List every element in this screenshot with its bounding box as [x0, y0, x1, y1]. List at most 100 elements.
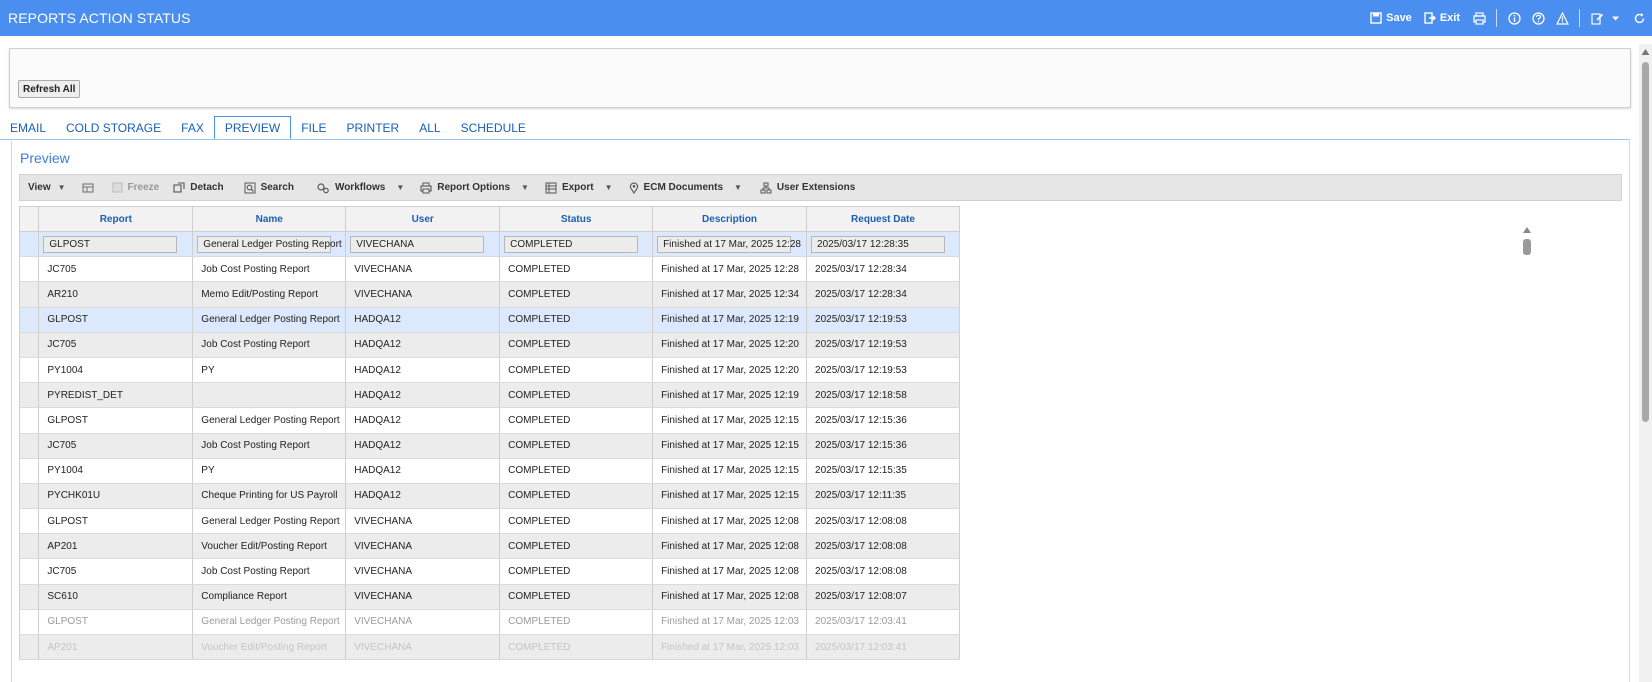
workflows-menu[interactable]: Workflows ▼ — [316, 182, 404, 194]
detach-button[interactable]: Detach — [173, 181, 224, 194]
cell-user-editor[interactable]: VIVECHANA — [350, 235, 485, 253]
tab-file[interactable]: FILE — [291, 116, 336, 140]
tab-cold-storage[interactable]: COLD STORAGE — [56, 116, 171, 140]
cell-report: PY1004 — [38, 458, 194, 484]
row-selector[interactable] — [18, 508, 40, 535]
row-selector[interactable] — [18, 281, 40, 308]
table-row[interactable]: JC705 Job Cost Posting Report VIVECHANA COM… — [18, 256, 960, 283]
cell-report: GLPOST — [38, 307, 194, 333]
table-row[interactable]: JC705 Job Cost Posting Report HADQA12 COMPL… — [18, 332, 960, 358]
chevron-down-icon: ▼ — [521, 183, 529, 192]
table-row[interactable]: GLPOST General Ledger Posting Report HADQA… — [18, 407, 960, 434]
table-row[interactable]: JC705 Job Cost Posting Report HADQA12 COMPL… — [18, 433, 960, 459]
tab-email[interactable]: EMAIL — [0, 116, 56, 140]
table-row[interactable]: AP201 Voucher Edit/Posting Report VIVECHAN… — [18, 634, 960, 661]
cell-report-editor[interactable]: GLPOST — [43, 235, 178, 253]
row-selector[interactable] — [18, 382, 40, 409]
row-selector[interactable] — [18, 231, 40, 258]
table-row[interactable]: GLPOST General Ledger Posting Report HADQA… — [18, 307, 960, 333]
table-row[interactable]: PY1004 PY HADQA12 COMPLETED Finished at 17 M… — [18, 458, 960, 484]
print-icon[interactable] — [1472, 11, 1486, 25]
warning-icon[interactable] — [1555, 11, 1569, 25]
cell-name — [192, 382, 347, 409]
row-selector[interactable] — [18, 433, 40, 459]
row-selector[interactable] — [18, 307, 40, 333]
table-row[interactable]: GLPOST General Ledger Posting Report VIVEC… — [18, 231, 960, 258]
user-extensions-button[interactable]: User Extensions — [760, 182, 855, 194]
row-selector[interactable] — [18, 558, 40, 585]
freeze-button[interactable]: Freeze — [112, 182, 159, 193]
help-icon[interactable] — [1531, 11, 1545, 25]
cell-name: General Ledger Posting Report — [192, 231, 347, 258]
refresh-icon[interactable] — [1632, 11, 1646, 25]
page-scrollbar[interactable] — [1639, 44, 1652, 682]
row-selector[interactable] — [18, 533, 40, 560]
cell-user: HADQA12 — [345, 433, 501, 459]
column-header-request-date[interactable]: Request Date — [806, 206, 960, 232]
hierarchy-icon — [760, 182, 772, 193]
report-options-menu[interactable]: Report Options ▼ — [420, 182, 529, 194]
column-header-name[interactable]: Name — [192, 206, 347, 232]
chevron-down-icon[interactable] — [1608, 11, 1622, 25]
table-row[interactable]: GLPOST General Ledger Posting Report VIVEC… — [18, 508, 960, 535]
export-menu[interactable]: Export ▼ — [545, 182, 613, 194]
column-header-report[interactable]: Report — [38, 206, 194, 232]
table-row[interactable]: PYREDIST_DET HADQA12 COMPLETED Finished at … — [18, 382, 960, 409]
table-row[interactable]: JC705 Job Cost Posting Report VIVECHANA COM… — [18, 558, 960, 585]
column-settings-button[interactable] — [81, 182, 94, 194]
tab-all[interactable]: ALL — [409, 116, 450, 140]
table-row[interactable]: AP201 Voucher Edit/Posting Report VIVECHAN… — [18, 533, 960, 560]
table-row[interactable]: SC610 Compliance Report VIVECHANA COMPLETED… — [18, 584, 960, 610]
cell-description: Finished at 17 Mar, 2025 12:20 — [652, 357, 808, 384]
cell-status-editor[interactable]: COMPLETED — [504, 235, 639, 253]
tab-schedule[interactable]: SCHEDULE — [451, 116, 536, 140]
row-selector[interactable] — [18, 256, 40, 283]
cell-status: COMPLETED — [499, 634, 654, 661]
search-button[interactable]: Search — [244, 182, 294, 194]
exit-button[interactable]: Exit — [1424, 12, 1460, 24]
grid-scrollbar[interactable] — [1522, 225, 1532, 275]
cell-status: COMPLETED — [499, 533, 654, 560]
save-button[interactable]: Save — [1370, 12, 1412, 24]
row-selector[interactable] — [18, 458, 40, 484]
row-selector[interactable] — [18, 483, 40, 510]
preview-grid: Report Name User Status Description Requ… — [18, 206, 960, 661]
row-selector[interactable] — [18, 584, 40, 610]
tab-preview[interactable]: PREVIEW — [213, 116, 292, 140]
table-row[interactable]: AR210 Memo Edit/Posting Report VIVECHANA CO… — [18, 281, 960, 308]
table-row[interactable]: GLPOST General Ledger Posting Report VIVEC… — [18, 609, 960, 636]
cell-description: Finished at 17 Mar, 2025 12:08 — [652, 508, 808, 535]
cell-report: JC705 — [38, 332, 194, 358]
save-icon — [1370, 12, 1382, 24]
table-row[interactable]: PYCHK01U Cheque Printing for US Payroll HA… — [18, 483, 960, 510]
info-icon[interactable] — [1507, 11, 1521, 25]
ecm-documents-menu[interactable]: ECM Documents ▼ — [629, 182, 742, 194]
column-header-user[interactable]: User — [345, 206, 501, 232]
row-selector[interactable] — [18, 407, 40, 434]
row-selector[interactable] — [18, 634, 40, 661]
tab-printer[interactable]: PRINTER — [337, 116, 410, 140]
cell-description: Finished at 17 Mar, 2025 12:19 — [652, 382, 808, 409]
tab-fax[interactable]: FAX — [171, 116, 214, 140]
row-selector[interactable] — [18, 609, 40, 636]
preview-panel: Preview View ▼ Freeze Detach Search Work… — [11, 141, 1630, 682]
cell-user: HADQA12 — [345, 382, 501, 409]
cell-report: GLPOST — [38, 508, 194, 535]
refresh-all-button[interactable]: Refresh All — [18, 80, 81, 98]
cell-name-editor[interactable]: General Ledger Posting Report — [197, 235, 342, 253]
cell-user: VIVECHANA — [345, 508, 501, 535]
freeze-icon — [112, 182, 123, 193]
tab-bar: EMAIL COLD STORAGE FAX PREVIEW FILE PRIN… — [0, 116, 536, 140]
cell-request-date-editor[interactable]: 2025/03/17 12:28:35 — [811, 235, 946, 253]
row-selector[interactable] — [18, 357, 40, 384]
column-header-description[interactable]: Description — [652, 206, 808, 232]
view-menu[interactable]: View ▼ — [28, 182, 66, 193]
edit-note-icon[interactable] — [1590, 11, 1604, 25]
column-header-status[interactable]: Status — [499, 206, 654, 232]
cell-description: Finished at 17 Mar, 2025 12:03 — [652, 634, 808, 661]
exit-icon — [1424, 12, 1436, 24]
table-row[interactable]: PY1004 PY HADQA12 COMPLETED Finished at 17 M… — [18, 357, 960, 384]
cell-description-editor[interactable]: Finished at 17 Mar, 2025 12:28 — [657, 235, 801, 253]
row-selector[interactable] — [18, 332, 40, 358]
view-label: View — [28, 182, 51, 193]
